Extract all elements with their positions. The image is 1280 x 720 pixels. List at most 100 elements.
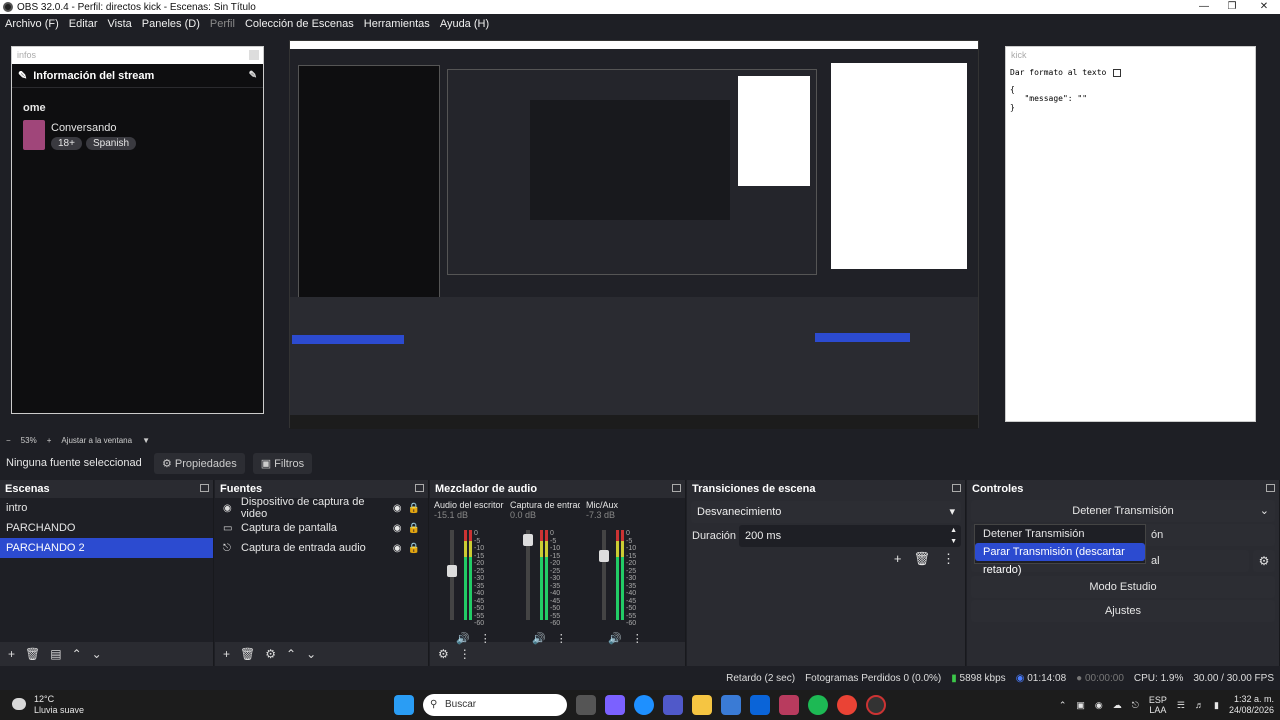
move-down-icon[interactable]: ⌄ bbox=[306, 647, 316, 661]
weather-widget[interactable]: 12°C Lluvia suave bbox=[0, 694, 90, 716]
app-icon[interactable] bbox=[779, 695, 799, 715]
store-icon[interactable] bbox=[721, 695, 741, 715]
menu-edit[interactable]: Editar bbox=[64, 18, 103, 30]
menu-docks[interactable]: Paneles (D) bbox=[137, 18, 205, 30]
chevron-up-icon[interactable]: ⌃ bbox=[1059, 700, 1067, 711]
fader-knob[interactable] bbox=[447, 565, 457, 577]
duration-input[interactable]: 200 ms ▲ ▼ bbox=[739, 525, 961, 547]
taskbar: 12°C Lluvia suave ⚲ Buscar ⌃ ▣ ◉ ☁ ⎋ ESP L… bbox=[0, 690, 1280, 720]
chrome-icon[interactable] bbox=[837, 695, 857, 715]
menu-item-stop-stream[interactable]: Detener Transmisión bbox=[975, 525, 1145, 543]
stop-stream-button[interactable]: Detener Transmisión ⌄ bbox=[971, 500, 1275, 522]
maximize-button[interactable]: ❐ bbox=[1216, 0, 1248, 14]
volume-fader[interactable] bbox=[599, 530, 609, 620]
lock-icon[interactable]: 🔒 bbox=[408, 523, 420, 534]
infos-dock-title: infos bbox=[12, 47, 263, 63]
zoom-in-button[interactable]: + bbox=[47, 436, 52, 445]
advanced-audio-icon[interactable]: ⚙ bbox=[438, 647, 449, 661]
tray-app-icon[interactable]: ▣ bbox=[1076, 700, 1085, 711]
taskbar-search[interactable]: ⚲ Buscar bbox=[423, 694, 567, 716]
transition-select[interactable]: Desvanecimiento ▾ bbox=[691, 501, 961, 523]
edit-icon[interactable]: ✎ bbox=[249, 70, 257, 81]
preview-canvas[interactable] bbox=[289, 40, 979, 429]
audio-mixer-panel: Mezclador de audio Audio del escritorio -… bbox=[430, 480, 686, 666]
source-item[interactable]: ◉ Dispositivo de captura de video ◉ 🔒 bbox=[215, 496, 428, 520]
undock-icon[interactable] bbox=[672, 484, 681, 492]
battery-icon[interactable]: ▮ bbox=[1214, 700, 1219, 711]
language-indicator[interactable]: ESP LAA bbox=[1149, 695, 1167, 715]
menu-dots-icon[interactable]: ⋮ bbox=[942, 551, 955, 567]
zoom-fit-label[interactable]: Ajustar a la ventana bbox=[61, 436, 132, 445]
undock-icon[interactable] bbox=[952, 484, 961, 492]
delay-status: Retardo (2 sec) bbox=[726, 672, 796, 684]
volume-icon[interactable]: ♬ bbox=[1195, 700, 1204, 710]
eye-icon[interactable]: ◉ bbox=[393, 503, 402, 514]
settings-button[interactable]: Ajustes bbox=[971, 600, 1275, 622]
chevron-down-icon[interactable]: ▼ bbox=[142, 436, 150, 445]
tray-app-icon[interactable]: ◉ bbox=[1095, 700, 1103, 711]
file-explorer-icon[interactable] bbox=[692, 695, 712, 715]
menu-tools[interactable]: Herramientas bbox=[359, 18, 435, 30]
add-icon[interactable]: + bbox=[894, 551, 902, 567]
outlook-icon[interactable] bbox=[750, 695, 770, 715]
lock-icon[interactable]: 🔒 bbox=[408, 503, 420, 514]
gear-icon[interactable]: ⚙ bbox=[265, 647, 276, 661]
source-item[interactable]: ▭ Captura de pantalla ◉ 🔒 bbox=[215, 518, 428, 538]
fader-knob[interactable] bbox=[523, 534, 533, 546]
mixer-channel: Audio del escritorio -15.1 dB 0 -5 -10 -15 -20… bbox=[434, 500, 504, 645]
menu-item-stop-discard-delay[interactable]: Parar Transmisión (descartar retardo) bbox=[975, 543, 1145, 576]
menu-dots-icon[interactable]: ⋮ bbox=[459, 647, 471, 661]
trash-icon[interactable]: 🗑 bbox=[25, 647, 40, 661]
source-item[interactable]: ⎋ Captura de entrada audio ◉ 🔒 bbox=[215, 538, 428, 558]
eye-icon[interactable]: ◉ bbox=[393, 523, 402, 534]
spotify-icon[interactable] bbox=[808, 695, 828, 715]
menu-scene-collection[interactable]: Colección de Escenas bbox=[240, 18, 359, 30]
edge-icon[interactable] bbox=[634, 695, 654, 715]
tray-mic-icon[interactable]: ⎋ bbox=[1132, 700, 1139, 711]
menu-view[interactable]: Vista bbox=[103, 18, 137, 30]
clock[interactable]: 1:32 a. m. 24/08/2026 bbox=[1229, 694, 1274, 716]
add-icon[interactable]: + bbox=[8, 647, 15, 661]
menu-file[interactable]: Archivo (F) bbox=[0, 18, 64, 30]
eye-icon[interactable]: ◉ bbox=[393, 543, 402, 554]
meter-scale: 0 -5 -10 -15 -20 -25 -30 -35 -40 -45 -50 -55 -60 bbox=[626, 530, 637, 627]
close-button[interactable]: ✕ bbox=[1248, 0, 1280, 14]
fader-knob[interactable] bbox=[599, 550, 609, 562]
task-view-icon[interactable] bbox=[576, 695, 596, 715]
filter-icon[interactable]: ▤ bbox=[50, 647, 61, 661]
menu-help[interactable]: Ayuda (H) bbox=[435, 18, 494, 30]
scene-item[interactable]: intro bbox=[0, 498, 213, 518]
format-text-row: Dar formato al texto bbox=[1010, 68, 1251, 77]
gear-icon[interactable]: ⚙ bbox=[1253, 550, 1275, 572]
kick-dock-title: kick bbox=[1006, 47, 1255, 63]
undock-icon[interactable] bbox=[1266, 484, 1275, 492]
trash-icon[interactable]: 🗑 bbox=[913, 551, 930, 567]
scene-item-selected[interactable]: PARCHANDO 2 bbox=[0, 538, 213, 558]
wifi-icon[interactable]: ☴ bbox=[1177, 700, 1185, 711]
lock-icon[interactable]: 🔒 bbox=[408, 543, 420, 554]
menu-profile[interactable]: Perfil bbox=[205, 18, 240, 30]
move-down-icon[interactable]: ⌄ bbox=[92, 647, 102, 661]
trash-icon[interactable]: 🗑 bbox=[240, 647, 255, 661]
move-up-icon[interactable]: ⌃ bbox=[72, 647, 82, 661]
copilot-icon[interactable] bbox=[605, 695, 625, 715]
volume-fader[interactable] bbox=[523, 530, 533, 620]
zoom-out-button[interactable]: − bbox=[6, 436, 11, 445]
format-text-checkbox[interactable] bbox=[1113, 68, 1122, 77]
infos-close-icon[interactable] bbox=[249, 50, 259, 60]
add-icon[interactable]: + bbox=[223, 647, 230, 661]
filters-button[interactable]: ▣ Filtros bbox=[252, 452, 313, 474]
dropped-frames: Fotogramas Perdidos 0 (0.0%) bbox=[805, 672, 942, 684]
move-up-icon[interactable]: ⌃ bbox=[286, 647, 296, 661]
properties-button[interactable]: ⚙ Propiedades bbox=[154, 452, 245, 474]
nested-taskbar bbox=[290, 415, 978, 429]
undock-icon[interactable] bbox=[415, 484, 424, 492]
undock-icon[interactable] bbox=[200, 484, 209, 492]
windows-start-icon[interactable] bbox=[394, 695, 414, 715]
tray-app-icon[interactable]: ☁ bbox=[1113, 700, 1122, 711]
volume-fader[interactable] bbox=[447, 530, 457, 620]
teams-icon[interactable] bbox=[663, 695, 683, 715]
obs-taskbar-icon[interactable] bbox=[866, 695, 886, 715]
studio-mode-button[interactable]: Modo Estudio bbox=[971, 576, 1275, 598]
scene-item[interactable]: PARCHANDO bbox=[0, 518, 213, 538]
